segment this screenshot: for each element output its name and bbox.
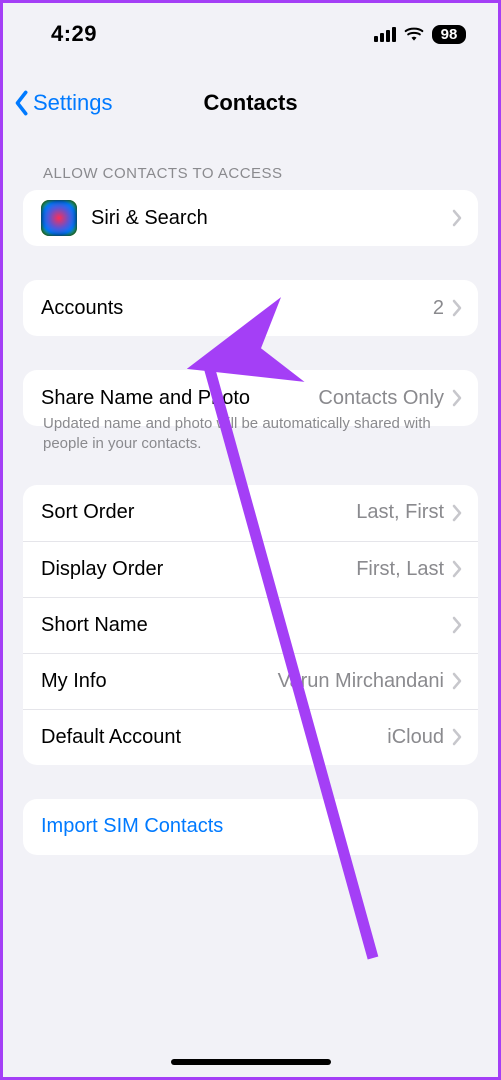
sort-label: Sort Order [41, 501, 134, 524]
back-button[interactable]: Settings [3, 90, 113, 116]
display-label: Display Order [41, 558, 163, 581]
siri-icon [41, 200, 77, 236]
default-value: iCloud [387, 726, 444, 749]
contacts-settings-screen: 4:29 98 Settings Contacts ALLOW CONTACTS… [0, 0, 501, 1080]
chevron-right-icon [452, 560, 462, 578]
accounts-value: 2 [433, 297, 444, 320]
accounts-label: Accounts [41, 297, 123, 320]
group-import: Import SIM Contacts [23, 799, 478, 855]
myinfo-value: Varun Mirchandani [278, 670, 444, 693]
chevron-right-icon [452, 504, 462, 522]
row-accounts[interactable]: Accounts 2 [23, 280, 478, 336]
wifi-icon [404, 26, 424, 42]
display-value: First, Last [356, 558, 444, 581]
share-value: Contacts Only [318, 387, 444, 410]
status-bar: 4:29 98 [3, 3, 498, 57]
row-sort-order[interactable]: Sort Order Last, First [23, 485, 478, 541]
siri-label: Siri & Search [91, 207, 208, 230]
group-access: Siri & Search [23, 190, 478, 246]
group-display-prefs: Sort Order Last, First Display Order Fir… [23, 485, 478, 765]
default-label: Default Account [41, 726, 181, 749]
status-indicators: 98 [374, 25, 466, 44]
back-label: Settings [33, 90, 113, 116]
chevron-right-icon [452, 616, 462, 634]
chevron-right-icon [452, 389, 462, 407]
short-label: Short Name [41, 614, 148, 637]
chevron-left-icon [13, 90, 29, 116]
status-time: 4:29 [51, 21, 97, 47]
battery-badge: 98 [432, 25, 466, 44]
sort-value: Last, First [356, 501, 444, 524]
home-indicator [171, 1059, 331, 1065]
row-siri-search[interactable]: Siri & Search [23, 190, 478, 246]
chevron-right-icon [452, 672, 462, 690]
section-header-access: ALLOW CONTACTS TO ACCESS [23, 155, 478, 190]
row-short-name[interactable]: Short Name [23, 597, 478, 653]
cellular-signal-icon [374, 26, 396, 42]
myinfo-label: My Info [41, 670, 107, 693]
share-label: Share Name and Photo [41, 387, 250, 410]
import-label: Import SIM Contacts [41, 815, 223, 838]
row-import-sim[interactable]: Import SIM Contacts [23, 799, 478, 855]
chevron-right-icon [452, 728, 462, 746]
row-default-account[interactable]: Default Account iCloud [23, 709, 478, 765]
nav-header: Settings Contacts [3, 75, 498, 131]
group-accounts: Accounts 2 [23, 280, 478, 336]
row-display-order[interactable]: Display Order First, Last [23, 541, 478, 597]
row-my-info[interactable]: My Info Varun Mirchandani [23, 653, 478, 709]
content: ALLOW CONTACTS TO ACCESS Siri & Search A… [3, 155, 498, 929]
chevron-right-icon [452, 299, 462, 317]
share-footer-note: Updated name and photo will be automatic… [23, 414, 478, 455]
chevron-right-icon [452, 209, 462, 227]
